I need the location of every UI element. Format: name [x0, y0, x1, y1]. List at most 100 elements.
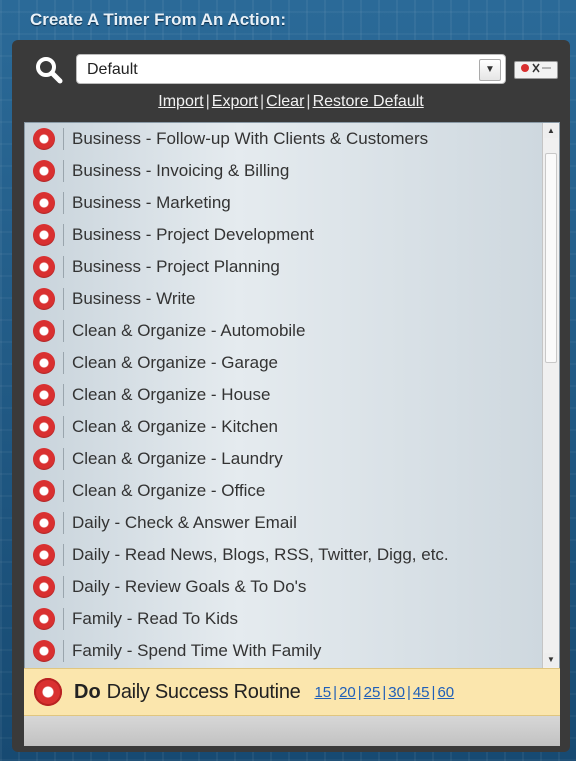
action-label: Clean & Organize - Office [72, 481, 266, 500]
action-item[interactable]: Clean & Organize - Office [25, 475, 545, 507]
action-item[interactable]: Clean & Organize - Automobile [25, 315, 545, 347]
link-separator: | [260, 93, 265, 110]
minutes-30-link[interactable]: 30 [388, 684, 405, 701]
minutes-45-link[interactable]: 45 [413, 684, 430, 701]
target-icon [33, 320, 55, 342]
action-item[interactable]: Clean & Organize - Garage [25, 347, 545, 379]
divider [63, 448, 64, 470]
action-item[interactable]: Business - Project Development [25, 219, 545, 251]
action-item[interactable]: Daily - Check & Answer Email [25, 507, 545, 539]
divider [63, 160, 64, 182]
import-link[interactable]: Import [158, 93, 203, 110]
clear-search-button[interactable] [514, 61, 558, 79]
divider [63, 288, 64, 310]
action-item[interactable]: Family - Read To Kids [25, 603, 545, 635]
action-label: Clean & Organize - Garage [72, 353, 278, 372]
action-set-dropdown[interactable]: Default ▼ [76, 54, 506, 84]
minutes-20-link[interactable]: 20 [339, 684, 356, 701]
target-icon [33, 192, 55, 214]
export-link[interactable]: Export [212, 93, 258, 110]
search-icon[interactable] [34, 55, 64, 85]
action-item[interactable]: Clean & Organize - Laundry [25, 443, 545, 475]
dropdown-value: Default [87, 61, 138, 78]
list-scrollbar[interactable]: ▲ ▼ [542, 123, 559, 668]
minute-separator: | [333, 683, 338, 701]
action-label: Business - Marketing [72, 193, 231, 212]
action-item[interactable]: Clean & Organize - Kitchen [25, 411, 545, 443]
minutes-25-link[interactable]: 25 [364, 684, 381, 701]
action-label: Daily - Read News, Blogs, RSS, Twitter, … [72, 545, 449, 564]
clear-icon [521, 63, 551, 73]
timer-panel: Default ▼ Import | Export | Clear | Restore De… [12, 40, 570, 752]
chevron-down-icon[interactable]: ▼ [479, 59, 501, 81]
action-item[interactable]: Business - Marketing [25, 187, 545, 219]
action-item[interactable]: Business - Invoicing & Billing [25, 155, 545, 187]
action-item[interactable]: Clean & Organize - House [25, 379, 545, 411]
divider [63, 512, 64, 534]
action-label: Family - Spend Time With Family [72, 641, 322, 660]
restore-default-link[interactable]: Restore Default [313, 93, 424, 110]
action-label: Clean & Organize - Automobile [72, 321, 306, 340]
divider [63, 640, 64, 662]
action-list: Business - Follow-up With Clients & Cust… [25, 123, 545, 667]
target-icon [33, 256, 55, 278]
divider [63, 416, 64, 438]
action-label: Business - Follow-up With Clients & Cust… [72, 129, 429, 148]
divider [63, 224, 64, 246]
action-label: Family - Read To Kids [72, 609, 238, 628]
action-item[interactable]: Business - Project Planning [25, 251, 545, 283]
action-label: Business - Invoicing & Billing [72, 161, 290, 180]
target-icon [33, 576, 55, 598]
divider [63, 608, 64, 630]
divider [63, 128, 64, 150]
link-separator: | [205, 93, 210, 110]
divider [63, 192, 64, 214]
minutes-15-link[interactable]: 15 [314, 684, 331, 701]
action-item[interactable]: Daily - Review Goals & To Do's [25, 571, 545, 603]
action-label: Business - Project Development [72, 225, 314, 244]
scroll-thumb[interactable] [545, 153, 557, 363]
target-icon [33, 352, 55, 374]
action-item[interactable]: Business - Write [25, 283, 545, 315]
divider [63, 544, 64, 566]
action-item[interactable]: Daily - Read News, Blogs, RSS, Twitter, … [25, 539, 545, 571]
divider [63, 352, 64, 374]
target-icon [33, 416, 55, 438]
divider [63, 320, 64, 342]
daily-routine-bar: Do Daily Success Routine 15 | 20 | 25 | 30 | 45 |… [24, 668, 560, 716]
panel-footer [24, 716, 560, 746]
target-icon [33, 544, 55, 566]
minute-separator: | [357, 683, 362, 701]
action-links: Import | Export | Clear | Restore Default [12, 93, 570, 111]
action-label: Clean & Organize - Laundry [72, 449, 283, 468]
action-item[interactable]: Business - Follow-up With Clients & Cust… [25, 123, 545, 155]
divider [63, 256, 64, 278]
action-label: Business - Write [72, 289, 196, 308]
panel-title: Create A Timer From An Action: [30, 10, 286, 29]
action-label: Business - Project Planning [72, 257, 280, 276]
scroll-up-icon[interactable]: ▲ [544, 124, 558, 138]
toolbar: Default ▼ Import | Export | Clear | Restore De… [12, 40, 570, 120]
routine-minute-links: 15 | 20 | 25 | 30 | 45 | 60 [314, 684, 454, 701]
scroll-down-icon[interactable]: ▼ [544, 653, 558, 667]
action-list-box: Business - Follow-up With Clients & Cust… [24, 122, 560, 669]
routine-prefix: Do [74, 680, 101, 703]
minutes-60-link[interactable]: 60 [437, 684, 454, 701]
divider [63, 480, 64, 502]
link-separator: | [306, 93, 311, 110]
target-icon [33, 224, 55, 246]
routine-target-icon [34, 678, 62, 706]
action-label: Daily - Check & Answer Email [72, 513, 297, 532]
divider [63, 576, 64, 598]
target-icon [33, 640, 55, 662]
target-icon [33, 448, 55, 470]
action-item[interactable]: Family - Spend Time With Family [25, 635, 545, 667]
target-icon [33, 160, 55, 182]
action-label: Clean & Organize - Kitchen [72, 417, 278, 436]
clear-link[interactable]: Clear [266, 93, 304, 110]
action-label: Daily - Review Goals & To Do's [72, 577, 307, 596]
target-icon [33, 480, 55, 502]
action-label: Clean & Organize - House [72, 385, 271, 404]
target-icon [33, 128, 55, 150]
target-icon [33, 512, 55, 534]
